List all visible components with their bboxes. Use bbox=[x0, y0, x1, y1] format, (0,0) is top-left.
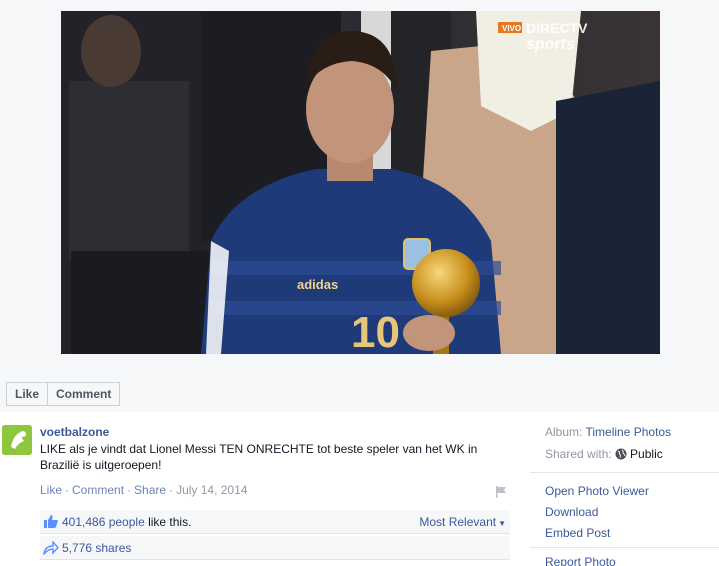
photo-illustration: adidas 10 VIVO DIRECTV sports bbox=[61, 11, 660, 354]
download-link[interactable]: Download bbox=[545, 505, 598, 519]
share-arrow-icon bbox=[42, 540, 59, 557]
post-caption: LIKE als je vindt dat Lionel Messi TEN O… bbox=[40, 442, 478, 472]
album-link[interactable]: Timeline Photos bbox=[585, 425, 671, 439]
shares-link[interactable]: 5,776 shares bbox=[62, 541, 131, 555]
photo-sidebar: Album: Timeline Photos Shared with: Publ… bbox=[530, 412, 719, 566]
post-meta: Like · Comment · Share · July 14, 2014 bbox=[40, 483, 247, 497]
thumbs-up-icon bbox=[43, 514, 59, 529]
sort-label: Most Relevant bbox=[419, 515, 497, 529]
shares-summary: 5,776 shares bbox=[40, 536, 510, 560]
likes-suffix: like this. bbox=[144, 515, 192, 529]
meta-comment-link[interactable]: Comment bbox=[72, 483, 124, 497]
broadcaster-tag: VIVO bbox=[502, 24, 521, 33]
meta-share-link[interactable]: Share bbox=[134, 483, 166, 497]
sort-comments-dropdown[interactable]: Most Relevant ▼ bbox=[419, 515, 506, 529]
jersey-number-text: 10 bbox=[351, 308, 400, 354]
likes-text: 401,486 people like this. bbox=[62, 515, 191, 529]
album-label: Album: bbox=[545, 425, 583, 439]
report-photo-link[interactable]: Report Photo bbox=[545, 555, 616, 566]
globe-icon bbox=[615, 448, 627, 460]
sidebar-divider bbox=[530, 472, 719, 473]
privacy-row: Shared with: Public bbox=[545, 447, 663, 461]
sidebar-divider bbox=[530, 547, 719, 548]
open-photo-viewer-link[interactable]: Open Photo Viewer bbox=[545, 484, 649, 498]
privacy-value[interactable]: Public bbox=[630, 447, 663, 461]
meta-like-link[interactable]: Like bbox=[40, 483, 62, 497]
page-name-link[interactable]: voetbalzone bbox=[40, 425, 109, 439]
post-photo[interactable]: adidas 10 VIVO DIRECTV sports bbox=[61, 11, 660, 354]
post-details: voetbalzone LIKE als je vindt dat Lionel… bbox=[0, 412, 520, 566]
action-bar: Like Comment bbox=[6, 382, 121, 406]
album-row: Album: Timeline Photos bbox=[545, 425, 671, 439]
likes-summary: 401,486 people like this. Most Relevant ▼ bbox=[40, 510, 510, 534]
caret-down-icon: ▼ bbox=[498, 519, 506, 528]
likers-link[interactable]: 401,486 people bbox=[62, 515, 145, 529]
flag-icon[interactable] bbox=[494, 485, 508, 499]
post-date[interactable]: July 14, 2014 bbox=[176, 483, 247, 497]
meta-separator: · bbox=[169, 483, 174, 497]
voetbalzone-logo-icon[interactable] bbox=[2, 425, 32, 455]
comment-button[interactable]: Comment bbox=[48, 382, 121, 406]
meta-separator: · bbox=[127, 483, 132, 497]
embed-post-link[interactable]: Embed Post bbox=[545, 526, 610, 540]
broadcaster-name: DIRECTV bbox=[526, 20, 588, 36]
broadcaster-sub: sports bbox=[526, 36, 575, 53]
like-button[interactable]: Like bbox=[6, 382, 49, 406]
jersey-brand-text: adidas bbox=[297, 277, 338, 292]
shared-label: Shared with: bbox=[545, 447, 612, 461]
photo-stage: adidas 10 VIVO DIRECTV sports Like Comme… bbox=[0, 0, 719, 412]
meta-separator: · bbox=[65, 483, 70, 497]
